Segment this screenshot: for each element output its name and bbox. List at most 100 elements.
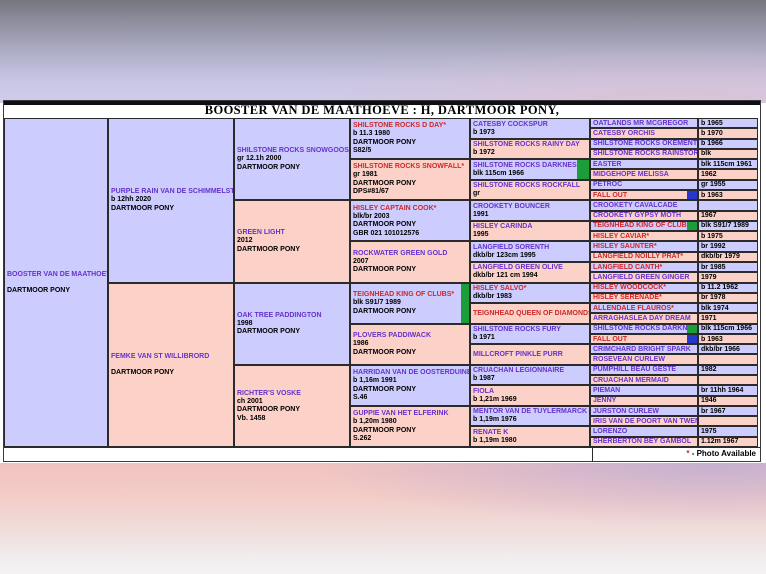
horse-name-link[interactable]: FALL OUT	[593, 335, 697, 344]
horse-name-text: CATESBY COCKSPUR	[473, 121, 548, 128]
horse-name-link[interactable]: ARRAGHASLEA DAY DREAM	[593, 314, 697, 323]
horse-name-text: OAK TREE PADDINGTON	[237, 312, 322, 319]
horse-name-link[interactable]: FALL OUT	[593, 191, 697, 200]
photo-star-icon: *	[660, 264, 663, 271]
horse-name-link[interactable]: PUMPHILL BEAU GESTE	[593, 365, 697, 374]
horse-name-link[interactable]: SHILSTONE ROCKS D DAY*	[353, 121, 469, 130]
horse-year-cell: b 1975	[698, 231, 758, 241]
horse-name-link[interactable]: LANGFIELD SORENTH	[473, 243, 589, 252]
photo-star-icon: *	[680, 253, 683, 260]
horse-name-link[interactable]: ROCKWATER GREEN GOLD	[353, 249, 469, 258]
horse-name-link[interactable]: CROOKETY BOUNCER	[473, 202, 589, 211]
horse-name-text: CROOKETY CAVALCADE	[593, 202, 677, 209]
horse-name-text: HISLEY CAVIAR	[593, 233, 646, 240]
horse-name-link[interactable]: GREEN LIGHT	[237, 228, 349, 237]
horse-name-text: SHILSTONE ROCKS ROCKFALL	[473, 182, 580, 189]
horse-name-link[interactable]: SHILSTONE ROCKS RAINY DAY	[473, 140, 589, 149]
horse-year: blk 115cm 1966	[701, 324, 757, 333]
horse-name-link[interactable]: CRUACHAN MERMAID	[593, 376, 697, 385]
pedigree-cell-gen4: HARRIDAN VAN DE OOSTERDUINENb 1,16m 1991…	[350, 365, 470, 406]
horse-year: blk 115cm 1961	[701, 160, 757, 169]
horse-name-link[interactable]: LANGFIELD GREEN OLIVE	[473, 263, 589, 272]
horse-detail: DARTMOOR PONY	[237, 246, 349, 255]
horse-detail: DARTMOOR PONY	[237, 164, 349, 173]
horse-name-link[interactable]: SHILSTONE ROCKS RAINSTORM	[593, 149, 697, 158]
horse-name-link[interactable]: OAK TREE PADDINGTON	[237, 311, 349, 320]
horse-name-link[interactable]: CROOKETY GYPSY MOTH	[593, 211, 697, 220]
horse-year-cell	[698, 375, 758, 385]
horse-name-link[interactable]: ALLENDALE FLAUROS*	[593, 304, 697, 313]
horse-name-link[interactable]: HISLEY CAVIAR*	[593, 232, 697, 241]
horse-name-link[interactable]: LORENZO	[593, 427, 697, 436]
horse-name-link[interactable]: MENTOR VAN DE TUYLERMARCK	[473, 407, 589, 416]
pedigree-cell-gen5: CATESBY COCKSPURb 1973	[470, 118, 590, 139]
horse-name-link[interactable]: LANGFIELD CANTH*	[593, 263, 697, 272]
horse-name-link[interactable]: SHILSTONE ROCKS ROCKFALL	[473, 181, 589, 190]
horse-name-text: BOOSTER VAN DE MAATHOEVE	[7, 271, 108, 278]
horse-year-cell: br 1985	[698, 262, 758, 272]
horse-name-text: TEIGNHEAD KING OF CLUBS	[593, 222, 691, 229]
horse-year-cell: b 1963	[698, 334, 758, 344]
horse-name-link[interactable]: PIEMAN	[593, 386, 697, 395]
horse-name-link[interactable]: CATESBY COCKSPUR	[473, 120, 589, 129]
horse-name-link[interactable]: EASTER	[593, 160, 697, 169]
horse-name-link[interactable]: MILLCROFT PINKLE PURR	[473, 350, 589, 359]
legend-row: * - Photo Available	[4, 447, 760, 461]
horse-name-link[interactable]: HISLEY CARINDA	[473, 222, 589, 231]
horse-name-link[interactable]: TEIGNHEAD KING OF CLUBS*	[593, 221, 697, 230]
horse-name-link[interactable]: HISLEY SALVO*	[473, 284, 589, 293]
horse-name-link[interactable]: IRIS VAN DE POORT VAN TWENTE	[593, 417, 697, 426]
duplicate-ancestor-marker-blue	[687, 191, 697, 199]
horse-name-link[interactable]: RENATE K	[473, 428, 589, 437]
horse-name-link[interactable]: TEIGNHEAD KING OF CLUBS*	[353, 290, 469, 299]
horse-detail: 1991	[473, 211, 589, 220]
horse-name-link[interactable]: HARRIDAN VAN DE OOSTERDUINEN	[353, 368, 469, 377]
horse-name-link[interactable]: SHILSTONE ROCKS DARKNESS	[593, 324, 697, 333]
horse-year-cell: 1.12m 1967	[698, 437, 758, 447]
horse-name-link[interactable]: SHILSTONE ROCKS FURY	[473, 325, 589, 334]
horse-name-link[interactable]: TEIGNHEAD QUEEN OF DIAMONDS	[473, 309, 589, 318]
horse-name-link[interactable]: BOOSTER VAN DE MAATHOEVE	[7, 270, 107, 279]
pedigree-cell-gen5: LANGFIELD SORENTHdkb/br 123cm 1995	[470, 241, 590, 262]
horse-name-link[interactable]: OATLANDS MR MCGREGOR	[593, 119, 697, 128]
horse-name-link[interactable]: CRIMCHARD BRIGHT SPARK	[593, 345, 697, 354]
horse-name-link[interactable]: HISLEY WOODCOCK*	[593, 283, 697, 292]
horse-name-link[interactable]: MIDGEHOPE MELISSA	[593, 170, 697, 179]
horse-year: 1982	[701, 365, 757, 374]
horse-name-link[interactable]: ROSEVEAN CURLEW	[593, 355, 697, 364]
horse-detail: 2007	[353, 258, 469, 267]
horse-name-link[interactable]: SHERBERTON BEY GAMBOL	[593, 437, 697, 446]
horse-name-link[interactable]: HISLEY SERENADE*	[593, 293, 697, 302]
horse-name-link[interactable]: GUPPIE VAN HET ELFERINK	[353, 409, 469, 418]
horse-name-text: SHILSTONE ROCKS SNOWGOOSE	[237, 147, 350, 154]
horse-name-link[interactable]: HISLEY CAPTAIN COOK*	[353, 204, 469, 213]
horse-name-link[interactable]: PETROC	[593, 180, 697, 189]
horse-name-link[interactable]: PLOVERS PADDIWACK	[353, 331, 469, 340]
horse-name-link[interactable]: RICHTER'S VOSKE	[237, 389, 349, 398]
horse-name-link[interactable]: FEMKE VAN ST WILLIBRORD	[111, 352, 233, 361]
horse-name-text: TEIGNHEAD QUEEN OF DIAMONDS	[473, 310, 590, 317]
horse-name-text: FEMKE VAN ST WILLIBRORD	[111, 353, 209, 360]
horse-name-link[interactable]: CATESBY ORCHIS	[593, 129, 697, 138]
pedigree-cell-gen6: SHERBERTON BEY GAMBOL	[590, 437, 698, 447]
horse-name-link[interactable]: CROOKETY CAVALCADE	[593, 201, 697, 210]
horse-name-link[interactable]: SHILSTONE ROCKS OKEMENT	[593, 139, 697, 148]
horse-name-link[interactable]: JURSTON CURLEW	[593, 407, 697, 416]
horse-name-link[interactable]: LANGFIELD GREEN GINGER	[593, 273, 697, 282]
horse-name-link[interactable]: SHILSTONE ROCKS SNOWGOOSE*	[237, 146, 349, 155]
horse-name-link[interactable]: LANGFIELD NOILLY PRAT*	[593, 252, 697, 261]
horse-name-link[interactable]: JENNY	[593, 396, 697, 405]
horse-name-link[interactable]: CRUACHAN LEGIONNAIRE	[473, 366, 589, 375]
horse-year: gr 1955	[701, 180, 757, 189]
horse-year-cell: blk S91/7 1989	[698, 221, 758, 231]
pedigree-cell-gen6: IRIS VAN DE POORT VAN TWENTE	[590, 416, 698, 426]
horse-name-link[interactable]: PURPLE RAIN VAN DE SCHIMMELSTAL	[111, 187, 233, 196]
horse-detail: DARTMOOR PONY	[353, 221, 469, 230]
horse-name-link[interactable]: SHILSTONE ROCKS SNOWFALL*	[353, 162, 469, 171]
horse-detail: b 1,19m 1980	[473, 437, 589, 446]
horse-name-link[interactable]: HISLEY SAUNTER*	[593, 242, 697, 251]
photo-star-icon: *	[451, 291, 454, 298]
horse-name-text: PETROC	[593, 181, 622, 188]
horse-name-link[interactable]: FIOLA	[473, 387, 589, 396]
horse-name-link[interactable]: SHILSTONE ROCKS DARKNESS	[473, 161, 589, 170]
